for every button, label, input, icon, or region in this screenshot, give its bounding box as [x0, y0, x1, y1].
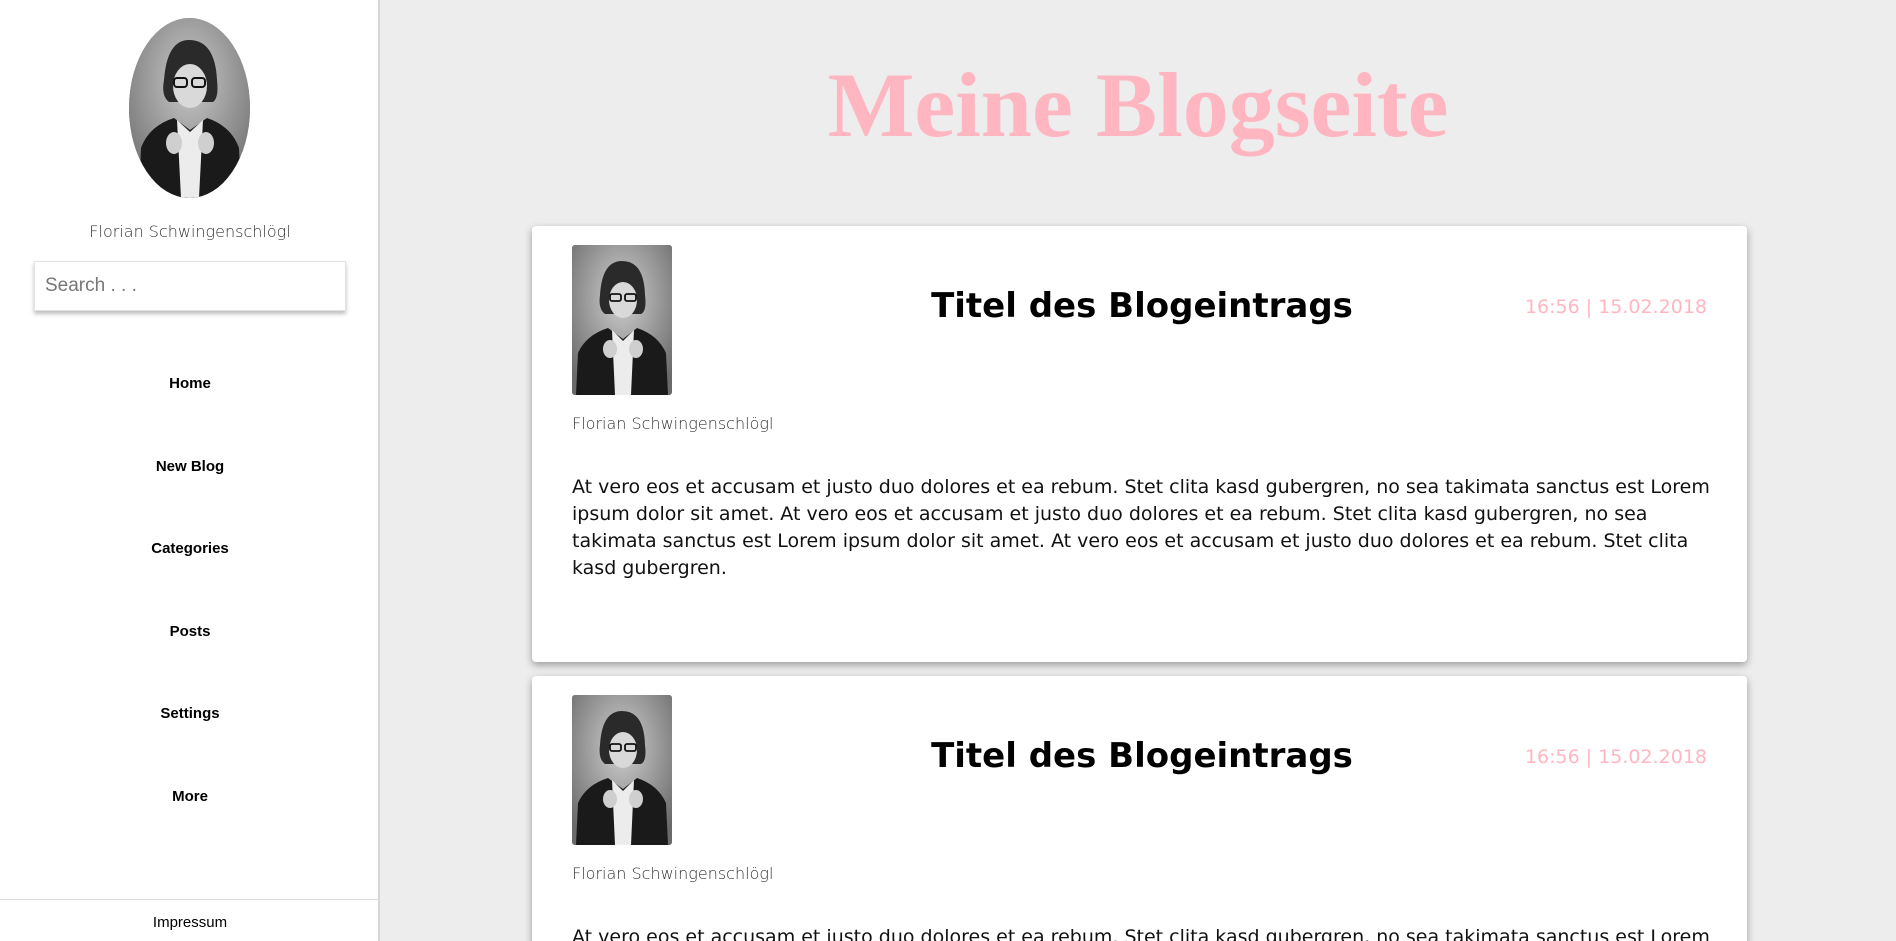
nav-item-home[interactable]: Home — [0, 360, 380, 443]
post-title[interactable]: Titel des Blogeintrags — [812, 286, 1472, 326]
nav-item-posts[interactable]: Posts — [0, 608, 380, 691]
search-box[interactable] — [34, 261, 346, 311]
post-author: Florian Schwingenschlögl — [572, 864, 774, 883]
profile-name: Florian Schwingenschlögl — [89, 222, 291, 241]
post-date: 16:56 | 15.02.2018 — [1524, 746, 1707, 768]
profile-avatar[interactable] — [129, 18, 250, 198]
person-photo-icon — [572, 245, 672, 395]
blog-post-card: Titel des Blogeintrags 16:56 | 15.02.201… — [532, 226, 1747, 662]
blog-post-card: Titel des Blogeintrags 16:56 | 15.02.201… — [532, 676, 1747, 941]
impressum-link[interactable]: Impressum — [0, 899, 380, 941]
sidebar: Florian Schwingenschlögl Home New Blog C… — [0, 0, 380, 941]
nav-item-new-blog[interactable]: New Blog — [0, 443, 380, 526]
main-nav: Home New Blog Categories Posts Settings … — [0, 360, 380, 856]
author-photo — [572, 245, 672, 395]
person-photo-icon — [572, 695, 672, 845]
nav-item-settings[interactable]: Settings — [0, 690, 380, 773]
post-body: At vero eos et accusam et justo duo dolo… — [572, 476, 1710, 579]
author-photo — [572, 695, 672, 845]
post-title[interactable]: Titel des Blogeintrags — [812, 736, 1472, 776]
nav-item-categories[interactable]: Categories — [0, 525, 380, 608]
person-photo-icon — [129, 18, 250, 198]
site-title: Meine Blogseite — [827, 54, 1449, 156]
post-date: 16:56 | 15.02.2018 — [1524, 296, 1707, 318]
search-input[interactable] — [45, 275, 345, 297]
nav-item-more[interactable]: More — [0, 773, 380, 856]
post-author: Florian Schwingenschlögl — [572, 414, 774, 433]
post-body: At vero eos et accusam et justo duo dolo… — [572, 926, 1710, 941]
